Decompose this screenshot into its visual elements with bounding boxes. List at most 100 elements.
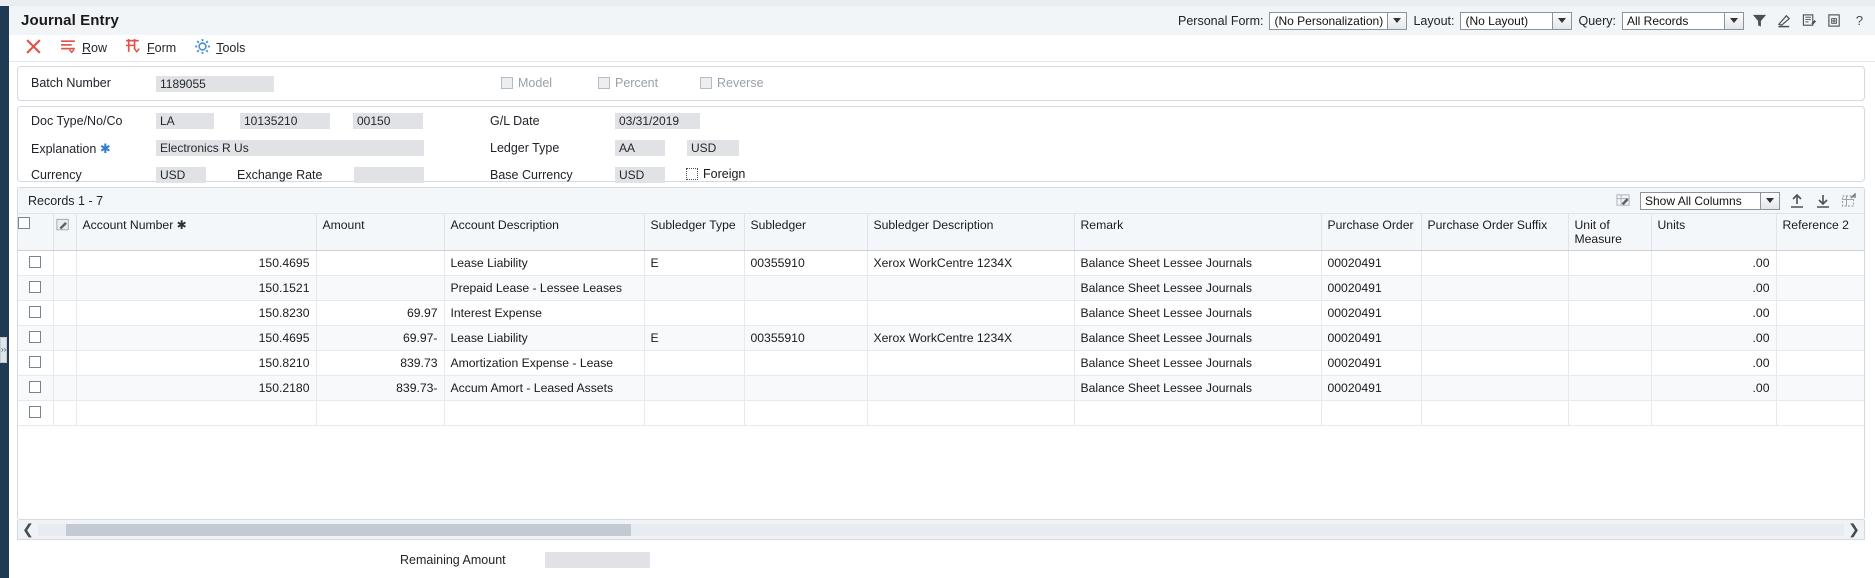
row-select-cell[interactable] [18,275,54,302]
table-row[interactable]: 150.8210 839.73 Amortization Expense - Lea… [18,350,1864,377]
scroll-right-arrow-icon[interactable]: ❯ [1844,521,1864,538]
cell-unit-of-measure[interactable] [1568,300,1652,327]
cell-subledger[interactable] [744,350,868,377]
model-checkbox[interactable]: Model [501,76,552,90]
cell-amount[interactable] [316,275,445,302]
grid-header-remark[interactable]: Remark [1074,214,1322,252]
cell-remark[interactable] [1074,400,1322,427]
grid-header-select-all[interactable] [18,214,54,252]
cell-remark[interactable]: Balance Sheet Lessee Journals [1074,350,1322,377]
cell-purchase-order[interactable] [1321,400,1422,427]
form-action[interactable]: Form [125,38,176,58]
row-checkbox[interactable] [29,355,42,368]
cell-subledger-description[interactable] [867,300,1075,327]
chevron-down-icon[interactable] [1552,12,1572,29]
cell-purchase-order[interactable]: 00020491 [1321,300,1422,327]
grid-header-amount[interactable]: Amount [316,214,445,252]
cell-account-number[interactable]: 150.8210 [76,350,317,377]
cell-subledger-description[interactable] [867,400,1075,427]
row-checkbox[interactable] [29,380,42,393]
doc-company-input[interactable]: 00150 [353,113,423,129]
cell-remark[interactable]: Balance Sheet Lessee Journals [1074,275,1322,302]
cell-subledger-type[interactable] [644,350,745,377]
base-currency-input[interactable]: USD [615,167,665,183]
grid-header-account-description[interactable]: Account Description [444,214,645,252]
cell-subledger-description[interactable] [867,350,1075,377]
tools-action[interactable]: Tools [194,38,245,58]
cell-purchase-order[interactable]: 00020491 [1321,350,1422,377]
cell-subledger[interactable] [744,375,868,402]
cell-unit-of-measure[interactable] [1568,250,1652,277]
table-row[interactable] [18,400,1864,427]
cell-purchase-order[interactable]: 00020491 [1321,325,1422,352]
grid-header-purchase-order-suffix[interactable]: Purchase Order Suffix [1421,214,1569,252]
query-select[interactable]: All Records [1622,11,1744,30]
cell-subledger-description[interactable] [867,375,1075,402]
save-form-icon[interactable] [1825,11,1844,30]
cell-subledger-type[interactable] [644,275,745,302]
cell-reference-2[interactable] [1776,250,1864,277]
row-select-cell[interactable] [18,250,54,277]
row-checkbox[interactable] [29,280,42,293]
cell-subledger[interactable]: 00355910 [744,250,868,277]
cell-remark[interactable]: Balance Sheet Lessee Journals [1074,325,1322,352]
cell-units[interactable] [1651,400,1777,427]
cell-reference-2[interactable] [1776,375,1864,402]
show-columns-select[interactable]: Show All Columns [1640,191,1780,210]
cell-subledger[interactable] [744,300,868,327]
cell-account-number[interactable] [76,400,317,427]
cell-reference-2[interactable] [1776,400,1864,427]
doc-number-input[interactable]: 10135210 [240,113,330,129]
cell-purchase-order-suffix[interactable] [1421,250,1569,277]
table-row[interactable]: 150.4695 69.97- Lease Liability E 00355910 Xe… [18,325,1864,352]
cell-subledger-description[interactable]: Xerox WorkCentre 1234X [867,250,1075,277]
cell-account-description[interactable]: Prepaid Lease - Lessee Leases [444,275,645,302]
cell-account-description[interactable]: Interest Expense [444,300,645,327]
cell-subledger-type[interactable] [644,400,745,427]
grid-header-purchase-order[interactable]: Purchase Order [1321,214,1422,252]
cell-purchase-order-suffix[interactable] [1421,300,1569,327]
row-action[interactable]: Row [60,38,107,58]
cell-purchase-order-suffix[interactable] [1421,325,1569,352]
cell-amount[interactable]: 839.73 [316,350,445,377]
cell-subledger-type[interactable] [644,375,745,402]
cell-amount[interactable]: 839.73- [316,375,445,402]
exchange-rate-input[interactable] [354,167,424,183]
select-all-checkbox[interactable] [18,217,30,229]
cell-subledger[interactable] [744,275,868,302]
row-select-cell[interactable] [18,325,54,352]
row-select-cell[interactable] [18,375,54,402]
cell-account-number[interactable]: 150.2180 [76,375,317,402]
cell-amount[interactable] [316,250,445,277]
cell-unit-of-measure[interactable] [1568,350,1652,377]
row-select-cell[interactable] [18,350,54,377]
grid-highlighter-icon[interactable] [1614,191,1633,210]
cell-units[interactable]: .00 [1651,325,1777,352]
cell-account-number[interactable]: 150.4695 [76,250,317,277]
cell-subledger-type[interactable]: E [644,250,745,277]
cell-remark[interactable]: Balance Sheet Lessee Journals [1074,250,1322,277]
cell-purchase-order[interactable]: 00020491 [1321,275,1422,302]
explanation-input[interactable]: Electronics R Us [156,140,424,156]
table-row[interactable]: 150.4695 Lease Liability E 00355910 Xerox Wo… [18,250,1864,277]
layout-select[interactable]: (No Layout) [1460,11,1573,30]
cell-units[interactable]: .00 [1651,275,1777,302]
cell-amount[interactable] [316,400,445,427]
cell-unit-of-measure[interactable] [1568,375,1652,402]
cell-subledger[interactable]: 00355910 [744,325,868,352]
scroll-left-arrow-icon[interactable]: ❮ [18,521,38,538]
cell-subledger[interactable] [744,400,868,427]
expand-grid-icon[interactable] [1839,191,1858,210]
gl-date-input[interactable]: 03/31/2019 [615,113,700,129]
cell-remark[interactable]: Balance Sheet Lessee Journals [1074,375,1322,402]
cell-reference-2[interactable] [1776,325,1864,352]
cell-subledger-type[interactable]: E [644,325,745,352]
form-edit-icon[interactable] [1800,11,1819,30]
cell-account-description[interactable]: Accum Amort - Leased Assets [444,375,645,402]
cell-purchase-order-suffix[interactable] [1421,350,1569,377]
grid-header-account-number[interactable]: Account Number ✱ [76,214,317,252]
cell-units[interactable]: .00 [1651,375,1777,402]
scroll-thumb[interactable] [66,523,631,536]
cell-account-number[interactable]: 150.4695 [76,325,317,352]
cell-purchase-order-suffix[interactable] [1421,375,1569,402]
